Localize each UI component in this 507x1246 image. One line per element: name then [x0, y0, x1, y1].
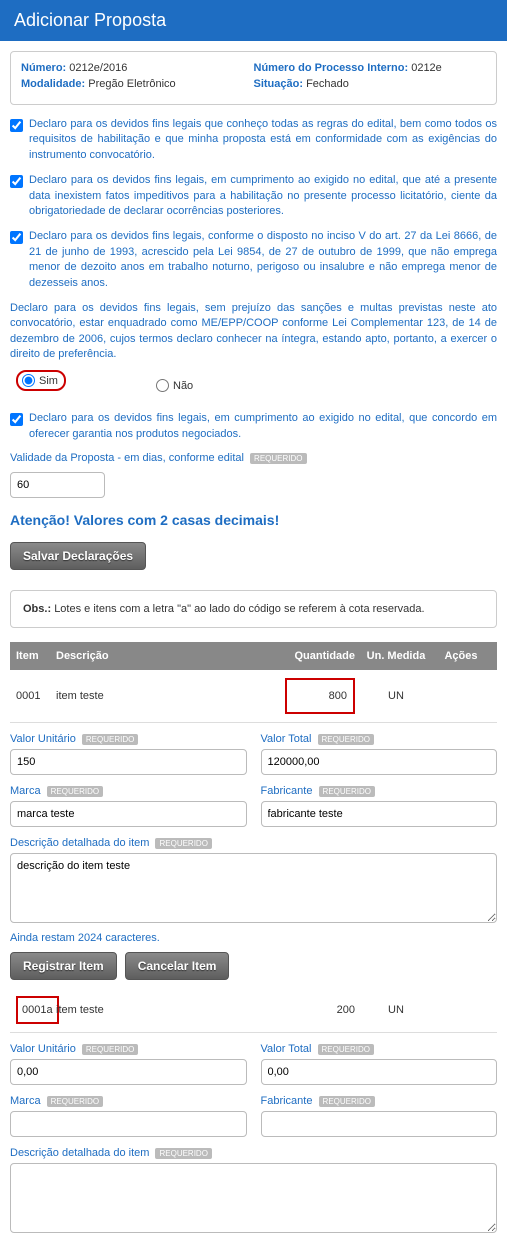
modalidade-label: Modalidade:	[21, 78, 85, 90]
valor-unit-input[interactable]	[10, 749, 247, 775]
validade-label: Validade da Proposta - em dias, conforme…	[10, 452, 244, 464]
decl1-text: Declaro para os devidos fins legais que …	[29, 117, 497, 163]
desc-textarea[interactable]	[10, 1163, 497, 1233]
fabricante-input[interactable]	[261, 801, 498, 827]
marca-label: Marca	[10, 1095, 41, 1107]
process-info: Número: 0212e/2016 Número do Processo In…	[10, 51, 497, 105]
cancelar-button[interactable]: Cancelar Item	[125, 952, 230, 980]
valor-total-label: Valor Total	[261, 1043, 312, 1055]
required-badge: REQUERIDO	[47, 786, 103, 797]
obs-text: Lotes e itens com a letra "a" ao lado do…	[54, 603, 424, 615]
item-qty: 200	[281, 1004, 361, 1016]
valor-unit-label: Valor Unitário	[10, 733, 76, 745]
salvar-button[interactable]: Salvar Declarações	[10, 542, 146, 570]
radio-nao-label: Não	[173, 380, 193, 392]
main-content: Número: 0212e/2016 Número do Processo In…	[0, 41, 507, 1246]
required-badge: REQUERIDO	[318, 734, 374, 745]
proc-interno-value: 0212e	[411, 62, 442, 74]
marca-input[interactable]	[10, 1111, 247, 1137]
decl5-text: Declaro para os devidos fins legais, em …	[29, 411, 497, 442]
radio-sim[interactable]	[22, 374, 35, 387]
required-badge: REQUERIDO	[319, 1096, 375, 1107]
fabricante-input[interactable]	[261, 1111, 498, 1137]
required-badge: REQUERIDO	[82, 1044, 138, 1055]
required-badge: REQUERIDO	[319, 786, 375, 797]
obs-label: Obs.:	[23, 603, 51, 615]
modalidade-value: Pregão Eletrônico	[88, 78, 175, 90]
item-desc: item teste	[56, 1004, 281, 1016]
valor-total-label: Valor Total	[261, 733, 312, 745]
obs-box: Obs.: Lotes e itens com a letra "a" ao l…	[10, 590, 497, 628]
remaining-chars: Ainda restam 2024 caracteres.	[10, 932, 497, 944]
marca-label: Marca	[10, 785, 41, 797]
th-qty: Quantidade	[281, 650, 361, 662]
valor-total-input[interactable]	[261, 1059, 498, 1085]
table-row: 0001 item teste 800 UN	[10, 670, 497, 723]
valor-unit-input[interactable]	[10, 1059, 247, 1085]
decl3-text: Declaro para os devidos fins legais, con…	[29, 229, 497, 291]
required-badge: REQUERIDO	[155, 1148, 211, 1159]
th-item: Item	[16, 650, 56, 662]
decl2-text: Declaro para os devidos fins legais, em …	[29, 173, 497, 219]
warning-text: Atenção! Valores com 2 casas decimais!	[10, 512, 497, 528]
decl2-checkbox[interactable]	[10, 175, 23, 188]
required-badge: REQUERIDO	[47, 1096, 103, 1107]
registrar-button[interactable]: Registrar Item	[10, 952, 117, 980]
radio-sim-wrap: Sim	[16, 370, 66, 391]
item-um: UN	[361, 1004, 431, 1016]
th-um: Un. Medida	[361, 650, 431, 662]
numero-value: 0212e/2016	[69, 62, 127, 74]
required-badge: REQUERIDO	[155, 838, 211, 849]
item-desc: item teste	[56, 690, 281, 702]
decl3-checkbox[interactable]	[10, 231, 23, 244]
item-code: 0001a	[16, 996, 59, 1024]
valor-unit-label: Valor Unitário	[10, 1043, 76, 1055]
item-qty: 800	[285, 678, 355, 714]
desc-label: Descrição detalhada do item	[10, 837, 149, 849]
required-badge: REQUERIDO	[250, 453, 306, 464]
validade-input[interactable]	[10, 472, 105, 498]
th-act: Ações	[431, 650, 491, 662]
fabricante-label: Fabricante	[261, 785, 313, 797]
desc-label: Descrição detalhada do item	[10, 1147, 149, 1159]
page-title: Adicionar Proposta	[0, 0, 507, 41]
item-um: UN	[361, 690, 431, 702]
marca-input[interactable]	[10, 801, 247, 827]
situacao-label: Situação:	[254, 78, 304, 90]
desc-textarea[interactable]	[10, 853, 497, 923]
decl4-text: Declaro para os devidos fins legais, sem…	[10, 301, 497, 363]
numero-label: Número:	[21, 62, 66, 74]
fabricante-label: Fabricante	[261, 1095, 313, 1107]
decl1-checkbox[interactable]	[10, 119, 23, 132]
th-desc: Descrição	[56, 650, 281, 662]
valor-total-input[interactable]	[261, 749, 498, 775]
radio-nao[interactable]	[156, 379, 169, 392]
proc-interno-label: Número do Processo Interno:	[254, 62, 409, 74]
item-code: 0001	[16, 690, 56, 702]
radio-sim-label: Sim	[39, 375, 58, 387]
required-badge: REQUERIDO	[318, 1044, 374, 1055]
table-header: Item Descrição Quantidade Un. Medida Açõ…	[10, 642, 497, 670]
required-badge: REQUERIDO	[82, 734, 138, 745]
decl5-checkbox[interactable]	[10, 413, 23, 426]
situacao-value: Fechado	[306, 78, 349, 90]
table-row: 0001a item teste 200 UN	[10, 988, 497, 1033]
